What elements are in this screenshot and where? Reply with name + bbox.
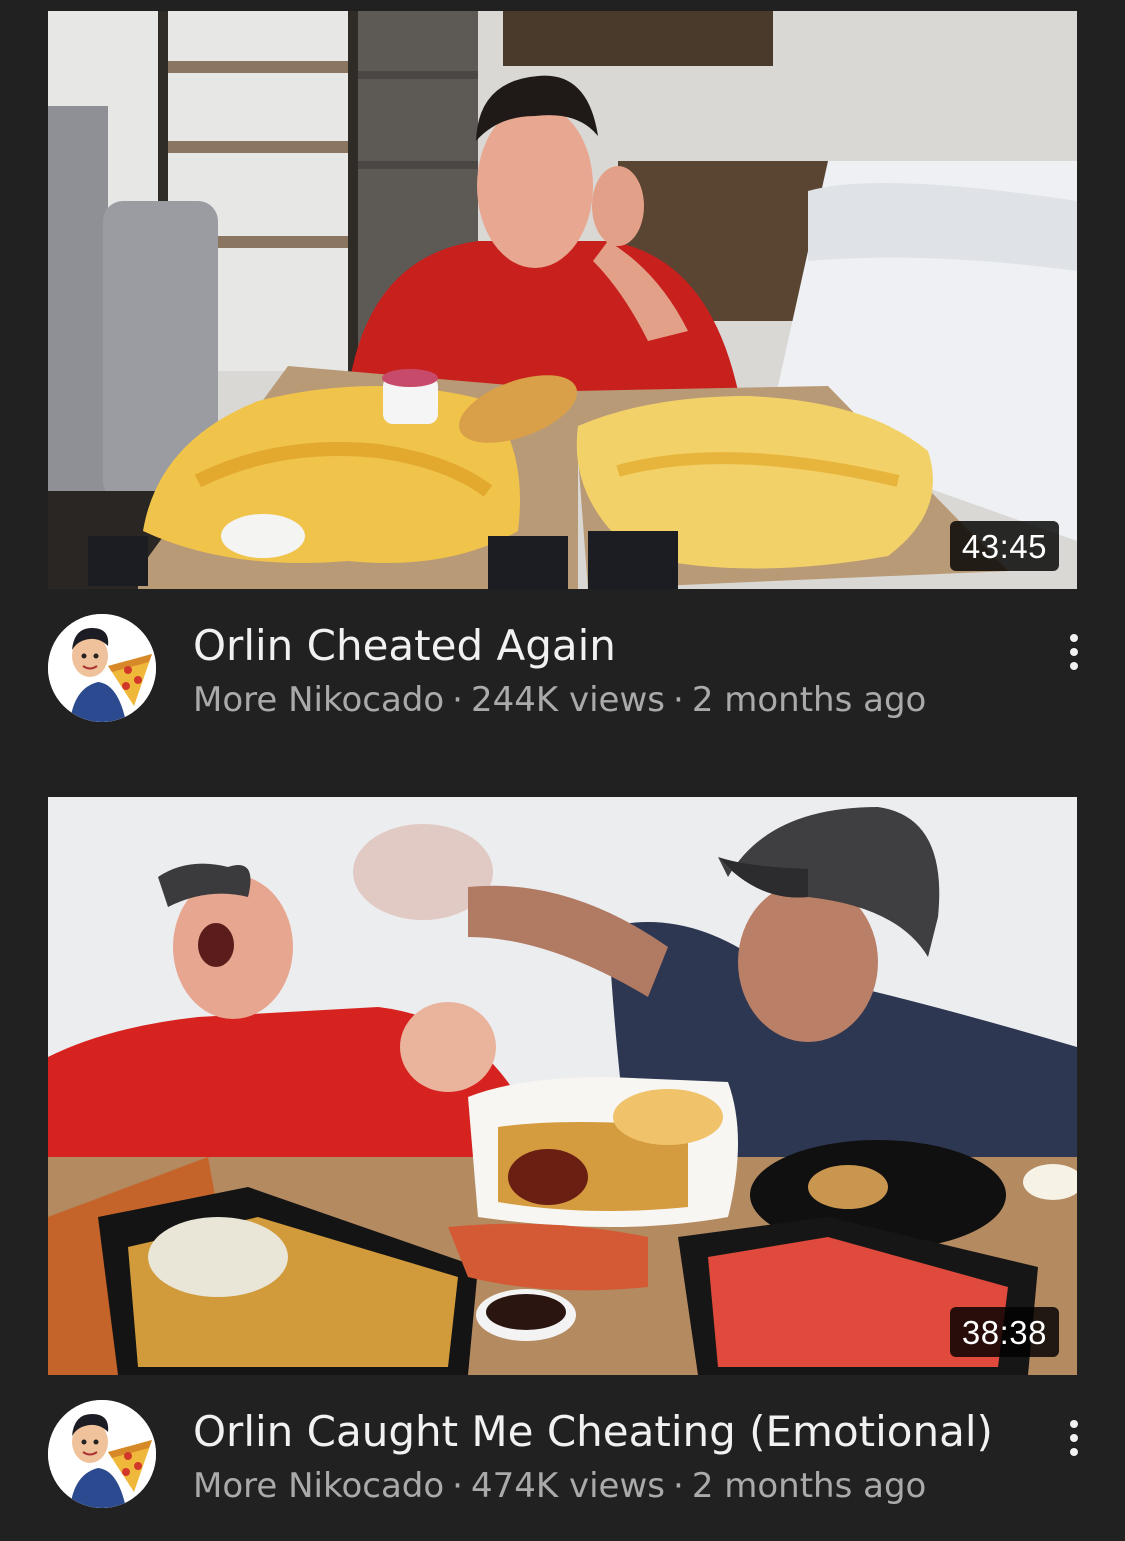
upload-age: 2 months ago (691, 1466, 927, 1506)
menu-dot (1070, 1448, 1078, 1456)
meta-separator: · (673, 680, 684, 720)
meta-separator: · (452, 1466, 463, 1506)
video-title[interactable]: Orlin Cheated Again (193, 620, 1013, 672)
video-subline: More Nikocado · 244K views · 2 months ago (193, 678, 1013, 722)
menu-dot (1070, 1420, 1078, 1428)
view-count: 244K views (470, 680, 665, 720)
thumbnail-image (48, 797, 1077, 1375)
video-thumbnail[interactable]: 43:45 (48, 11, 1077, 589)
avatar-cartoon-icon (48, 1400, 156, 1508)
video-meta: Orlin Caught Me Cheating (Emotional) Mor… (0, 1400, 1125, 1520)
duration-badge: 43:45 (949, 521, 1059, 571)
menu-dot (1070, 634, 1078, 642)
menu-dot (1070, 662, 1078, 670)
video-subline: More Nikocado · 474K views · 2 months ago (193, 1464, 1013, 1508)
avatar-cartoon-icon (48, 614, 156, 722)
upload-age: 2 months ago (691, 680, 927, 720)
channel-avatar[interactable] (48, 614, 156, 722)
video-meta: Orlin Cheated Again More Nikocado · 244K v… (0, 614, 1125, 734)
menu-dot (1070, 1434, 1078, 1442)
video-title[interactable]: Orlin Caught Me Cheating (Emotional) (193, 1406, 1013, 1458)
thumbnail-image (48, 11, 1077, 589)
view-count: 474K views (470, 1466, 665, 1506)
meta-separator: · (673, 1466, 684, 1506)
more-vert-icon[interactable] (1052, 1412, 1096, 1464)
video-feed: 43:45 Orlin Cheated Again More Nikocado … (0, 0, 1125, 1541)
menu-dot (1070, 648, 1078, 656)
video-thumbnail[interactable]: 38:38 (48, 797, 1077, 1375)
channel-name[interactable]: More Nikocado (193, 680, 444, 720)
duration-badge: 38:38 (949, 1307, 1059, 1357)
more-vert-icon[interactable] (1052, 626, 1096, 678)
meta-separator: · (452, 680, 463, 720)
channel-avatar[interactable] (48, 1400, 156, 1508)
channel-name[interactable]: More Nikocado (193, 1466, 444, 1506)
